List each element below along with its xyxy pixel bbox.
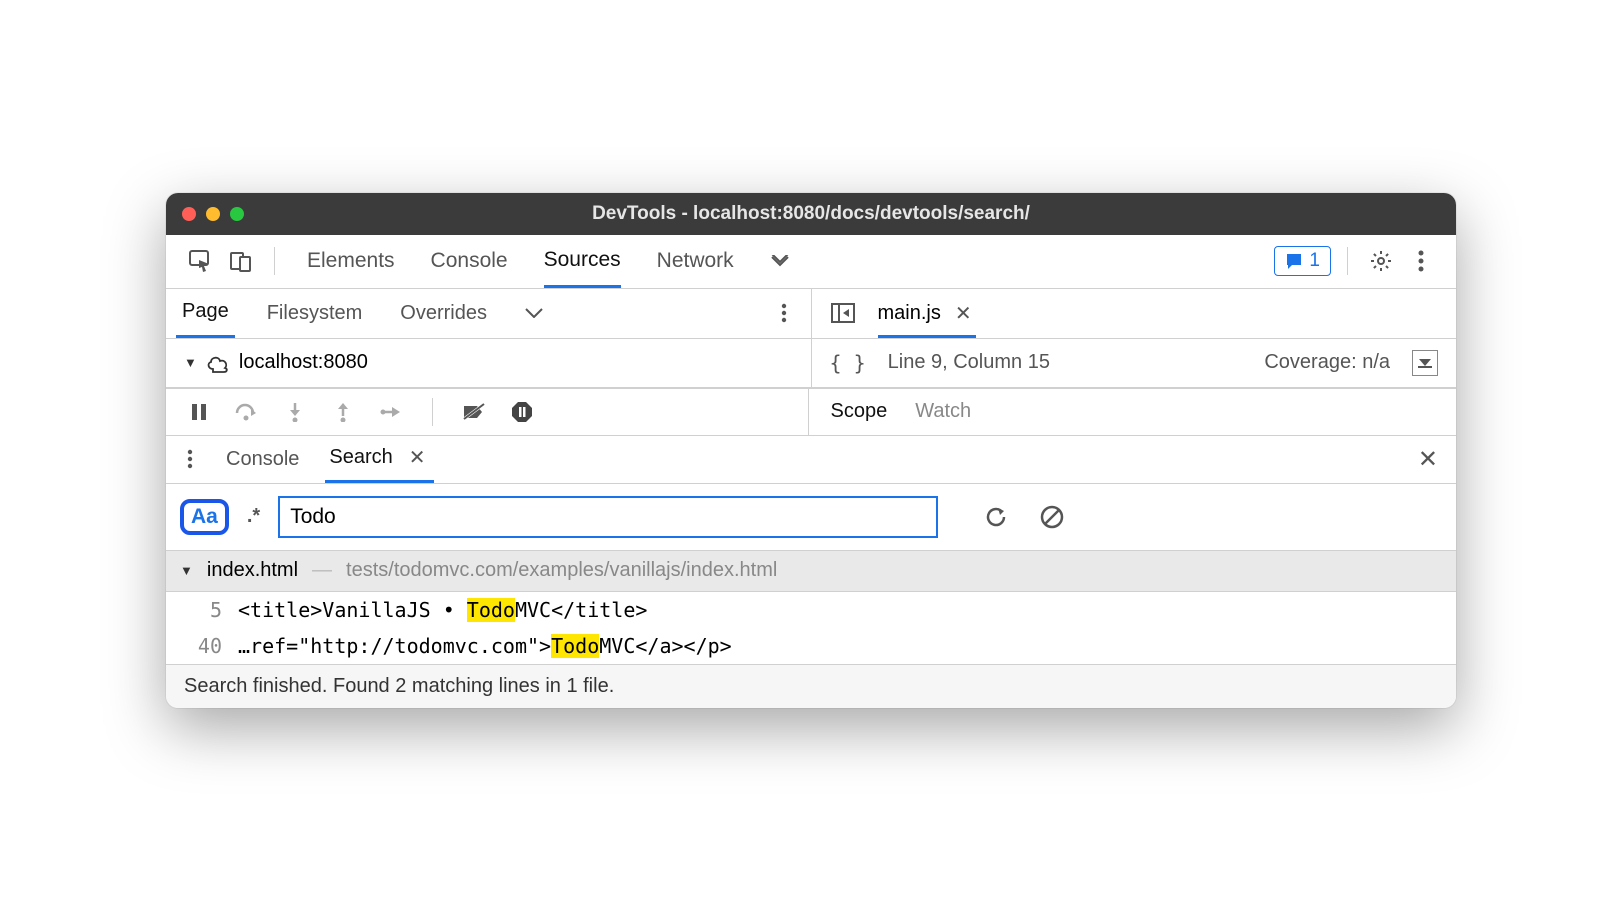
main-toolbar: Elements Console Sources Network 1: [166, 235, 1456, 289]
navigator-pane: Page Filesystem Overrides ▼ localhost:80…: [166, 289, 812, 387]
step-out-icon[interactable]: [326, 395, 360, 429]
traffic-lights: [182, 207, 244, 221]
search-results: ▼ index.html — tests/todomvc.com/example…: [166, 550, 1456, 664]
tree-host-row[interactable]: ▼ localhost:8080: [166, 339, 811, 387]
maximize-window-button[interactable]: [230, 207, 244, 221]
line-number: 40: [188, 634, 222, 658]
titlebar: DevTools - localhost:8080/docs/devtools/…: [166, 193, 1456, 235]
close-window-button[interactable]: [182, 207, 196, 221]
separator: [274, 247, 275, 275]
drawer-tabs: Console Search ✕ ✕: [166, 436, 1456, 484]
tab-scope[interactable]: Scope: [831, 400, 888, 423]
match-case-button[interactable]: Aa: [180, 499, 229, 535]
result-file-row[interactable]: ▼ index.html — tests/todomvc.com/example…: [166, 550, 1456, 592]
drawer-more-icon[interactable]: [180, 442, 200, 476]
line-number: 5: [188, 598, 222, 622]
debugger-sidebar-tabs: Scope Watch: [809, 389, 1457, 435]
file-tab-main-js[interactable]: main.js ✕: [878, 289, 976, 338]
subtab-filesystem[interactable]: Filesystem: [261, 289, 369, 338]
show-navigator-icon[interactable]: [826, 296, 860, 330]
disclosure-triangle-icon: ▼: [184, 355, 197, 370]
main-tabs: Elements Console Sources Network: [307, 235, 790, 288]
pause-icon[interactable]: [182, 395, 216, 429]
subtab-page[interactable]: Page: [176, 289, 235, 338]
editor-status: { } Line 9, Column 15 Coverage: n/a: [812, 339, 1457, 387]
code-snippet: …ref="http://todomvc.com">TodoMVC</a></p…: [238, 634, 732, 658]
search-bar: Aa .*: [166, 484, 1456, 550]
deactivate-breakpoints-icon[interactable]: [457, 395, 491, 429]
tab-sources[interactable]: Sources: [544, 235, 621, 288]
disclosure-triangle-icon: ▼: [180, 563, 193, 578]
cursor-position: Line 9, Column 15: [888, 351, 1050, 374]
navigator-more-icon[interactable]: [767, 296, 801, 330]
inspect-element-icon[interactable]: [184, 244, 218, 278]
pause-on-exceptions-icon[interactable]: [505, 395, 539, 429]
tab-watch[interactable]: Watch: [915, 400, 971, 423]
tab-console[interactable]: Console: [431, 235, 508, 288]
step-over-icon[interactable]: [230, 395, 264, 429]
result-line[interactable]: 40 …ref="http://todomvc.com">TodoMVC</a>…: [166, 628, 1456, 664]
panes: Page Filesystem Overrides ▼ localhost:80…: [166, 289, 1456, 388]
separator: —: [312, 559, 332, 582]
separator: [1347, 247, 1348, 275]
settings-icon[interactable]: [1364, 244, 1398, 278]
close-drawer-icon[interactable]: ✕: [1414, 441, 1442, 478]
clear-search-icon[interactable]: [1038, 503, 1066, 531]
more-tabs-button[interactable]: [770, 235, 790, 288]
code-snippet: <title>VanillaJS • TodoMVC</title>: [238, 598, 647, 622]
subtab-overrides[interactable]: Overrides: [394, 289, 493, 338]
step-into-icon[interactable]: [278, 395, 312, 429]
regex-button[interactable]: .*: [243, 505, 264, 528]
step-icon[interactable]: [374, 395, 408, 429]
close-search-tab-icon[interactable]: ✕: [405, 441, 430, 474]
editor-tabs: main.js ✕: [812, 289, 1457, 339]
result-file-path: tests/todomvc.com/examples/vanillajs/ind…: [346, 559, 777, 582]
drawer-tab-console[interactable]: Console: [222, 436, 303, 483]
devtools-window: DevTools - localhost:8080/docs/devtools/…: [166, 193, 1456, 708]
more-options-icon[interactable]: [1404, 244, 1438, 278]
search-input[interactable]: [278, 496, 938, 538]
coverage-status: Coverage: n/a: [1264, 351, 1390, 374]
refresh-search-icon[interactable]: [982, 503, 1010, 531]
tree-host-label: localhost:8080: [239, 351, 368, 374]
minimize-window-button[interactable]: [206, 207, 220, 221]
window-title: DevTools - localhost:8080/docs/devtools/…: [166, 203, 1456, 225]
device-toolbar-icon[interactable]: [224, 244, 258, 278]
editor-pane: main.js ✕ { } Line 9, Column 15 Coverage…: [812, 289, 1457, 387]
issues-badge[interactable]: 1: [1274, 246, 1331, 276]
debugger-bar: Scope Watch: [166, 388, 1456, 436]
tab-elements[interactable]: Elements: [307, 235, 395, 288]
navigator-tabs: Page Filesystem Overrides: [166, 289, 811, 339]
drawer-tab-search[interactable]: Search ✕: [325, 436, 433, 483]
issues-count: 1: [1309, 250, 1320, 272]
pretty-print-button[interactable]: { }: [830, 351, 866, 375]
dropdown-icon[interactable]: [1412, 350, 1438, 376]
status-footer: Search finished. Found 2 matching lines …: [166, 664, 1456, 708]
tab-network[interactable]: Network: [657, 235, 734, 288]
close-file-tab-icon[interactable]: ✕: [951, 297, 976, 330]
separator: [432, 398, 433, 426]
more-subtabs-button[interactable]: [519, 289, 549, 338]
file-tab-label: main.js: [878, 302, 941, 325]
debugger-controls: [166, 389, 809, 435]
result-line[interactable]: 5 <title>VanillaJS • TodoMVC</title>: [166, 592, 1456, 628]
result-file-name: index.html: [207, 559, 298, 582]
drawer-tab-search-label: Search: [329, 446, 392, 469]
cloud-icon: [205, 353, 231, 373]
